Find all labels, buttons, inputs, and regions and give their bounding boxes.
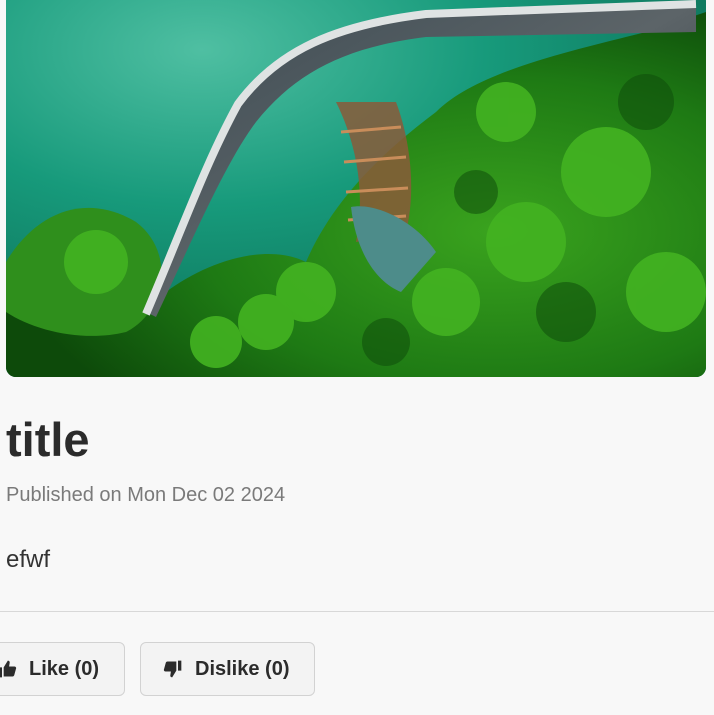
dislike-button[interactable]: Dislike (0) <box>140 642 315 696</box>
like-button[interactable]: Like (0) <box>0 642 125 696</box>
dam-aerial-illustration <box>6 0 706 377</box>
divider <box>0 611 714 612</box>
dislike-label: Dislike (0) <box>195 657 290 680</box>
post-page: title Published on Mon Dec 02 2024 efwf … <box>0 0 714 715</box>
post-published-date: Published on Mon Dec 02 2024 <box>6 484 286 506</box>
like-label: Like (0) <box>29 657 100 680</box>
thumbs-down-icon <box>163 659 183 679</box>
post-body: efwf <box>6 546 51 573</box>
post-hero-image <box>6 0 706 377</box>
post-title: title <box>6 413 90 466</box>
thumbs-up-icon <box>0 659 17 679</box>
